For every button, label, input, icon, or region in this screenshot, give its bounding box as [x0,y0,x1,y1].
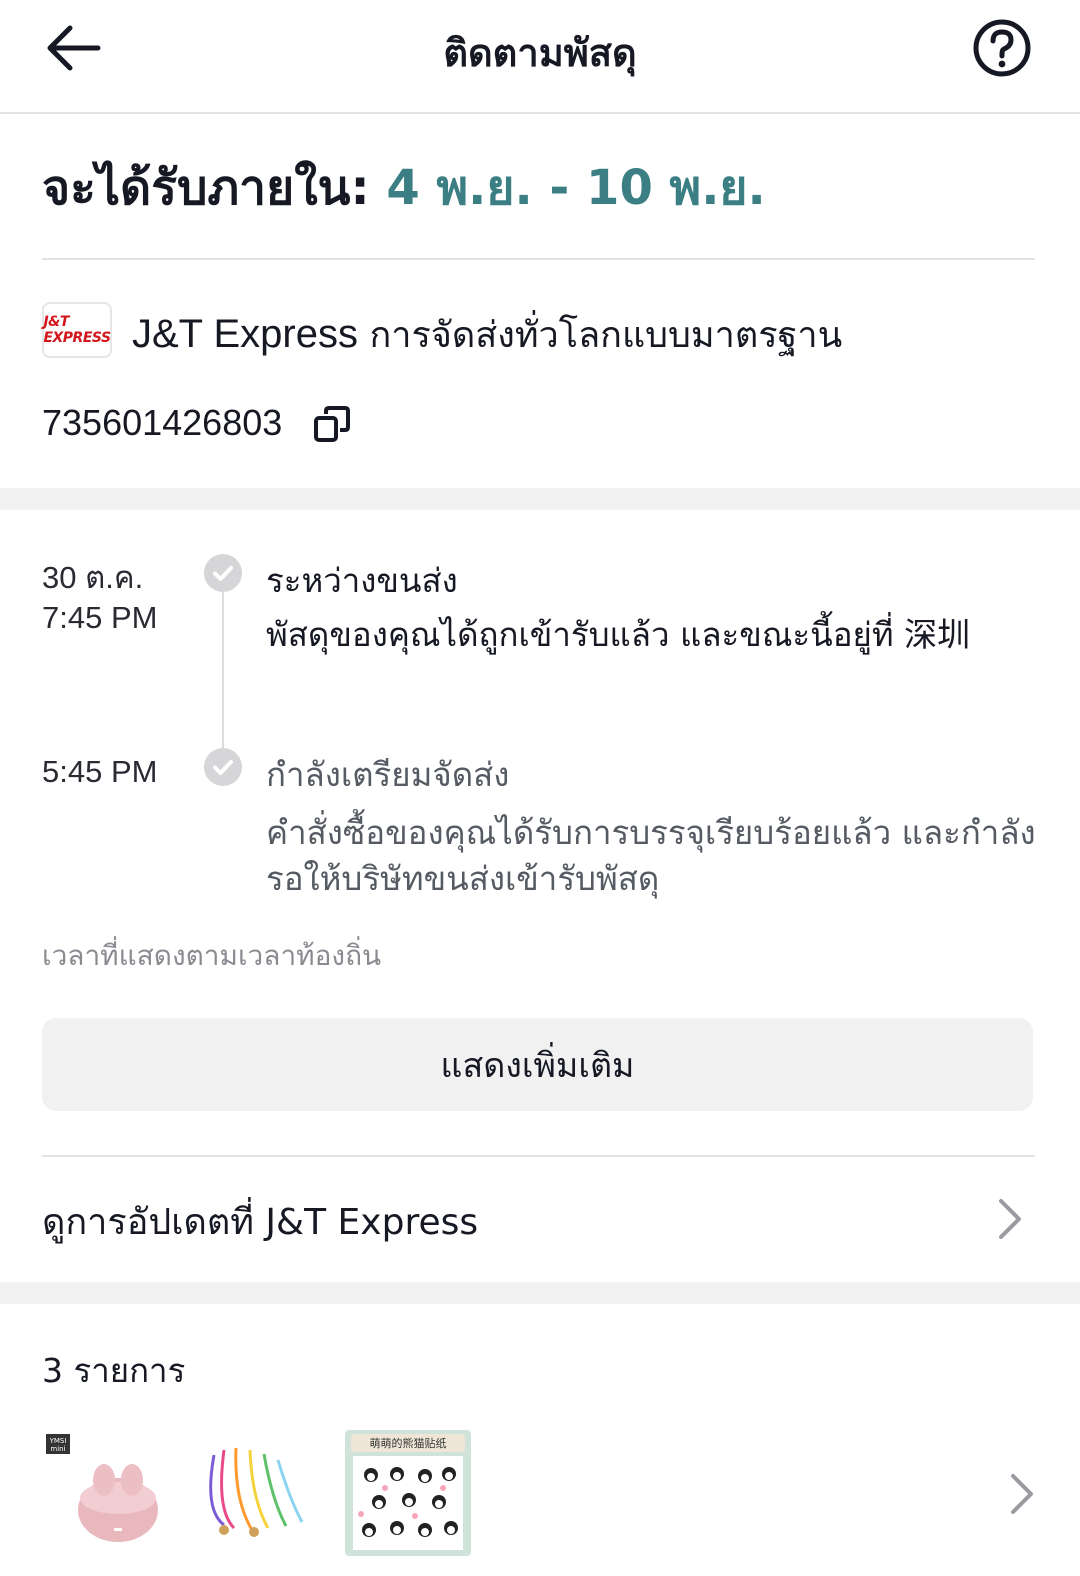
show-more-button[interactable]: แสดงเพิ่มเติม [42,1018,1033,1111]
event-title: ระหว่างขนส่ง [266,561,458,600]
event-time: 7:45 PM [42,600,158,635]
panda-stickers-image: 萌萌的熊猫贴纸 [345,1430,471,1556]
carrier-updates-label: ดูการอัปเดตที่ J&T Express [42,1202,479,1243]
page-title: ติดตามพัสดุ [443,31,637,75]
copy-icon[interactable] [312,404,352,444]
event-date: 30 ต.ค. [42,560,144,595]
timezone-note: เวลาที่แสดงตามเวลาท้องถิ่น [42,939,382,972]
chevron-right-icon[interactable] [1008,1472,1036,1516]
thumbnail-badge-line-1: YMSI [49,1437,67,1445]
sticker-caption: 萌萌的熊猫贴纸 [370,1436,447,1450]
delivery-label: จะได้รับภายใน: [42,160,370,216]
item-thumbnail[interactable] [194,1430,320,1556]
item-count: 3 รายการ [42,1351,186,1390]
divider [42,258,1035,260]
carrier-name: J&T Express [132,312,358,356]
check-circle-icon [204,554,242,592]
chevron-right-icon [999,1199,1021,1239]
event-description: พัสดุของคุณได้ถูกเข้ารับแล้ว และขณะนี้อย… [266,615,971,654]
earbuds-image: YMSI mini [42,1430,168,1556]
timeline-connector [222,592,224,748]
carrier-info: J&T Express การจัดส่งทั่วโลกแบบมาตรฐาน [132,306,842,363]
event-time: 5:45 PM [42,754,158,789]
carrier-service: การจัดส่งทั่วโลกแบบมาตรฐาน [369,315,843,356]
delivery-range: 4 พ.ย. - 10 พ.ย. [386,160,766,216]
carrier-logo-text: J&T EXPRESS [43,314,111,346]
lanyards-image [194,1430,320,1556]
top-bar: ติดตามพัสดุ [0,0,1080,114]
item-thumbnail[interactable]: 萌萌的熊猫贴纸 [345,1430,471,1556]
estimated-delivery: จะได้รับภายใน: 4 พ.ย. - 10 พ.ย. [42,150,1042,226]
tracking-number: 735601426803 [42,402,283,443]
check-circle-icon [204,748,242,786]
question-circle-icon[interactable] [972,18,1032,78]
item-thumbnail[interactable]: YMSI mini [42,1430,168,1556]
section-separator [0,1282,1080,1304]
event-description: คำสั่งซื้อของคุณได้รับการบรรจุเรียบร้อยแ… [266,813,1036,898]
event-title: กำลังเตรียมจัดส่ง [266,755,510,794]
thumbnail-badge-line-2: mini [50,1445,65,1453]
section-separator [0,488,1080,510]
carrier-logo: J&T EXPRESS [42,302,112,358]
carrier-updates-link[interactable]: ดูการอัปเดตที่ J&T Express [0,1157,1080,1282]
